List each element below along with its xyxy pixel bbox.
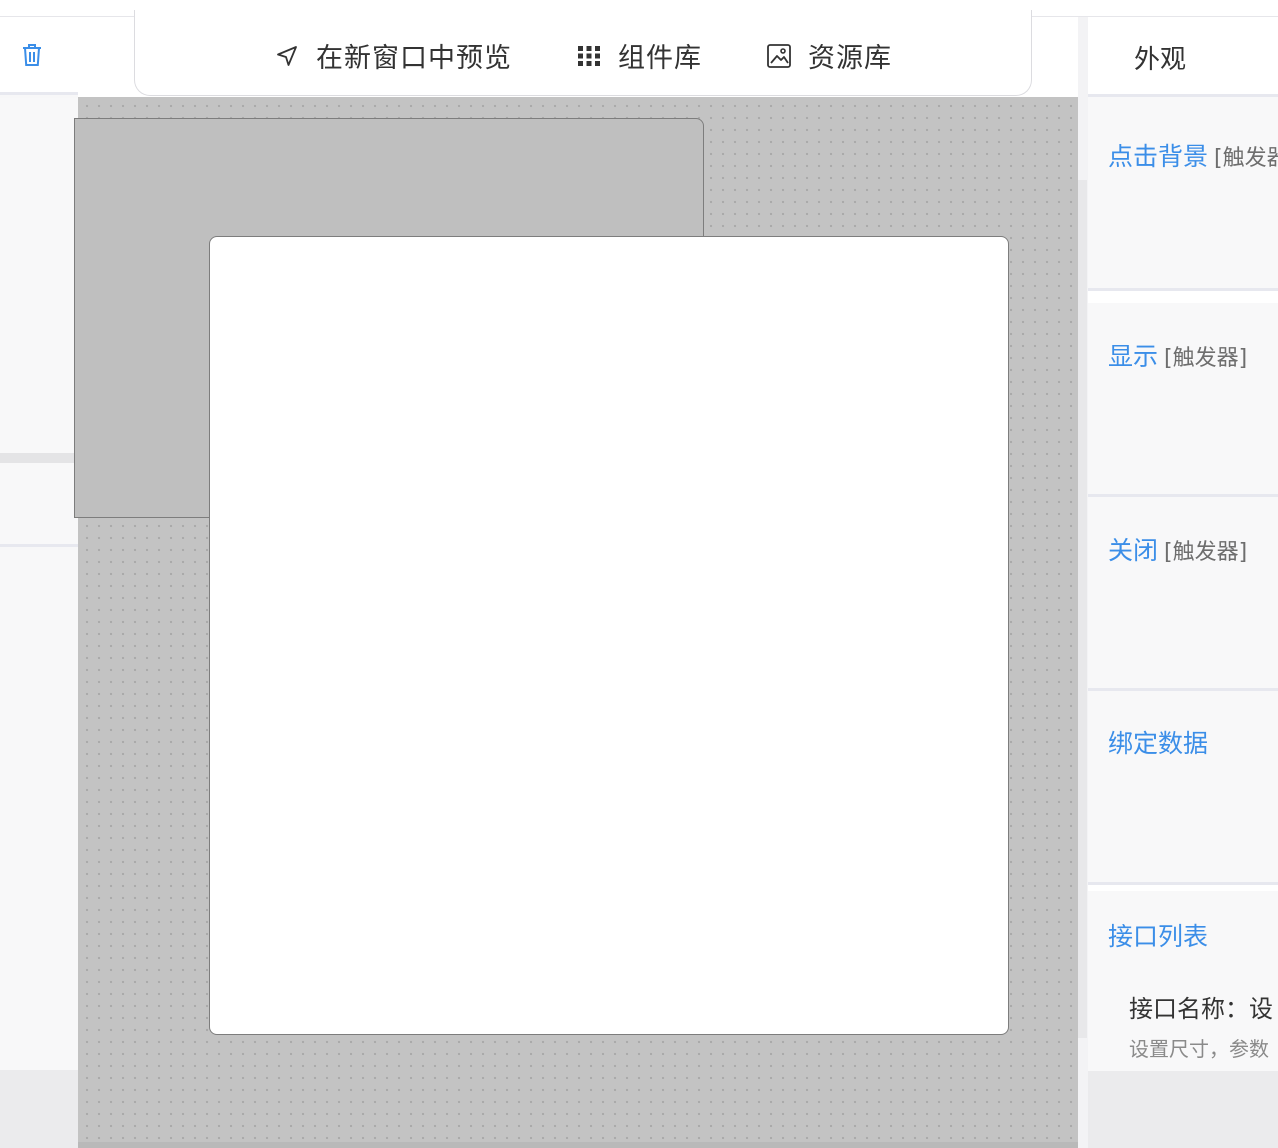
event-tag: [触发器]	[1164, 346, 1248, 371]
left-panel-section	[0, 463, 78, 547]
event-tag: [触发器]	[1164, 540, 1248, 565]
left-panel-section	[0, 550, 78, 1070]
api-list-section: 接口列表 接口名称：设 设置尺寸，参数	[1088, 891, 1278, 1071]
tab-appearance[interactable]: 外观	[1134, 39, 1186, 76]
asset-library-button[interactable]: 资源库	[766, 36, 892, 75]
properties-panel: 外观 点击背景[触发器] 显示[触发器] 关闭[触发器] 绑定数据 接口列表 接…	[1088, 17, 1278, 1148]
event-name[interactable]: 关闭	[1108, 536, 1158, 565]
top-toolbar: 在新窗口中预览 组件库 资源库	[134, 10, 1032, 96]
components-label: 组件库	[618, 43, 702, 74]
canvas-scrollbar[interactable]	[1078, 180, 1087, 1038]
properties-header: 外观	[1088, 17, 1278, 97]
grid-icon	[576, 43, 602, 69]
trash-icon	[23, 44, 41, 66]
event-tag: [触发器]	[1214, 146, 1278, 171]
image-icon	[766, 43, 792, 69]
dialog-layer[interactable]	[209, 236, 1009, 1035]
left-panel-footer	[0, 1070, 78, 1148]
preview-new-window-button[interactable]: 在新窗口中预览	[274, 36, 512, 75]
left-panel	[0, 17, 78, 1148]
assets-label: 资源库	[808, 43, 892, 74]
left-panel-section	[0, 98, 78, 453]
event-section-background-click: 点击背景[触发器]	[1088, 97, 1278, 291]
event-section-show: 显示 [触发器]	[1088, 303, 1278, 497]
delete-button[interactable]	[16, 39, 48, 71]
preview-label: 在新窗口中预览	[316, 43, 512, 74]
canvas-edge	[78, 1142, 1078, 1148]
left-panel-divider	[0, 453, 78, 463]
bind-data-section: 绑定数据	[1088, 691, 1278, 885]
api-list-title[interactable]: 接口列表	[1108, 917, 1208, 953]
event-name[interactable]: 点击背景	[1108, 142, 1208, 171]
event-section-close: 关闭 [触发器]	[1088, 497, 1278, 691]
api-item-name: 接口名称：设	[1129, 995, 1273, 1023]
left-panel-header	[0, 17, 78, 95]
component-library-button[interactable]: 组件库	[576, 36, 702, 75]
api-item-desc: 设置尺寸，参数	[1129, 1037, 1269, 1061]
design-canvas[interactable]	[74, 97, 1078, 1148]
send-arrow-icon	[274, 43, 300, 69]
properties-footer	[1088, 1071, 1278, 1148]
app-window: 在新窗口中预览 组件库 资源库 外观 点击背景 [触发器 显示 [触发器] 关闭…	[0, 0, 1278, 1148]
bind-data-link[interactable]: 绑定数据	[1108, 729, 1208, 758]
event-name[interactable]: 显示	[1108, 342, 1158, 371]
